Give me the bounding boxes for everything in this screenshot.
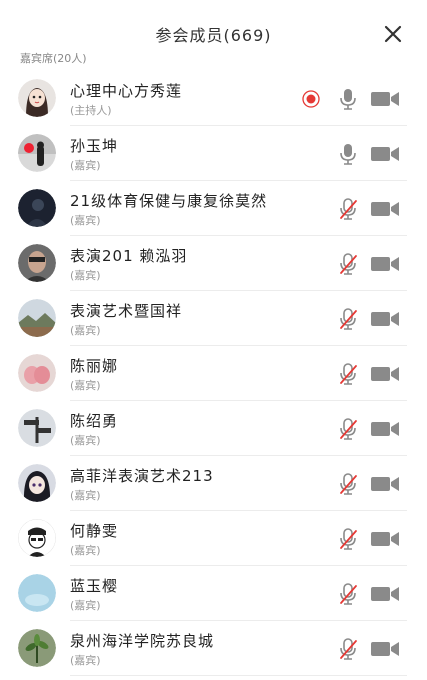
- member-row[interactable]: 孙玉坤 (嘉宾): [0, 126, 427, 181]
- avatar: [18, 409, 56, 447]
- member-list: 心理中心方秀莲 (主持人) 孙玉坤 (嘉宾) 21级体育保健与康复徐莫然 (嘉宾) 表…: [0, 71, 427, 676]
- member-role: (嘉宾): [70, 379, 101, 392]
- member-name: 陈绍勇: [70, 412, 119, 430]
- member-row[interactable]: 泉州海洋学院苏良城 (嘉宾): [0, 621, 427, 676]
- video-camera-icon[interactable]: [370, 199, 400, 219]
- avatar: [18, 244, 56, 282]
- member-row[interactable]: 陈绍勇 (嘉宾): [0, 401, 427, 456]
- microphone-icon[interactable]: [337, 87, 359, 111]
- microphone-muted-icon[interactable]: [337, 417, 359, 441]
- member-role: (嘉宾): [70, 544, 101, 557]
- recording-icon: [302, 90, 320, 108]
- close-icon[interactable]: [383, 24, 403, 44]
- member-name: 表演艺术暨国祥: [70, 302, 183, 320]
- microphone-muted-icon[interactable]: [337, 362, 359, 386]
- member-row[interactable]: 表演艺术暨国祥 (嘉宾): [0, 291, 427, 346]
- avatar: [18, 354, 56, 392]
- avatar: [18, 464, 56, 502]
- member-row[interactable]: 心理中心方秀莲 (主持人): [0, 71, 427, 126]
- member-row[interactable]: 表演201 赖泓羽 (嘉宾): [0, 236, 427, 291]
- member-name: 心理中心方秀莲: [70, 82, 183, 100]
- guest-section-label: 嘉宾席(20人): [20, 52, 87, 65]
- member-name: 蓝玉樱: [70, 577, 119, 595]
- avatar: [18, 519, 56, 557]
- avatar: [18, 574, 56, 612]
- member-role: (嘉宾): [70, 324, 101, 337]
- microphone-muted-icon[interactable]: [337, 197, 359, 221]
- row-divider: [70, 675, 407, 676]
- video-camera-icon[interactable]: [370, 364, 400, 384]
- video-camera-icon[interactable]: [370, 584, 400, 604]
- video-camera-icon[interactable]: [370, 529, 400, 549]
- video-camera-icon[interactable]: [370, 639, 400, 659]
- member-name: 21级体育保健与康复徐莫然: [70, 192, 268, 210]
- video-camera-icon[interactable]: [370, 419, 400, 439]
- member-row[interactable]: 蓝玉樱 (嘉宾): [0, 566, 427, 621]
- member-name: 何静雯: [70, 522, 119, 540]
- video-camera-icon[interactable]: [370, 309, 400, 329]
- member-role: (嘉宾): [70, 654, 101, 667]
- video-camera-icon[interactable]: [370, 474, 400, 494]
- member-role: (嘉宾): [70, 489, 101, 502]
- member-name: 表演201 赖泓羽: [70, 247, 188, 265]
- microphone-muted-icon[interactable]: [337, 252, 359, 276]
- video-camera-icon[interactable]: [370, 144, 400, 164]
- member-role: (嘉宾): [70, 159, 101, 172]
- dialog-title: 参会成员(669): [155, 26, 272, 45]
- video-camera-icon[interactable]: [370, 254, 400, 274]
- member-name: 高菲洋表演艺术213: [70, 467, 214, 485]
- video-camera-icon[interactable]: [370, 89, 400, 109]
- microphone-muted-icon[interactable]: [337, 307, 359, 331]
- microphone-icon[interactable]: [337, 142, 359, 166]
- member-role: (嘉宾): [70, 434, 101, 447]
- avatar: [18, 134, 56, 172]
- member-role: (嘉宾): [70, 214, 101, 227]
- member-name: 孙玉坤: [70, 137, 119, 155]
- microphone-muted-icon[interactable]: [337, 527, 359, 551]
- member-row[interactable]: 陈丽娜 (嘉宾): [0, 346, 427, 401]
- avatar: [18, 629, 56, 667]
- member-name: 陈丽娜: [70, 357, 119, 375]
- avatar: [18, 299, 56, 337]
- avatar: [18, 189, 56, 227]
- member-row[interactable]: 何静雯 (嘉宾): [0, 511, 427, 566]
- member-role: (嘉宾): [70, 269, 101, 282]
- member-row[interactable]: 高菲洋表演艺术213 (嘉宾): [0, 456, 427, 511]
- avatar: [18, 79, 56, 117]
- member-row[interactable]: 21级体育保健与康复徐莫然 (嘉宾): [0, 181, 427, 236]
- microphone-muted-icon[interactable]: [337, 637, 359, 661]
- microphone-muted-icon[interactable]: [337, 472, 359, 496]
- microphone-muted-icon[interactable]: [337, 582, 359, 606]
- member-role: (主持人): [70, 104, 112, 117]
- member-name: 泉州海洋学院苏良城: [70, 632, 215, 650]
- member-role: (嘉宾): [70, 599, 101, 612]
